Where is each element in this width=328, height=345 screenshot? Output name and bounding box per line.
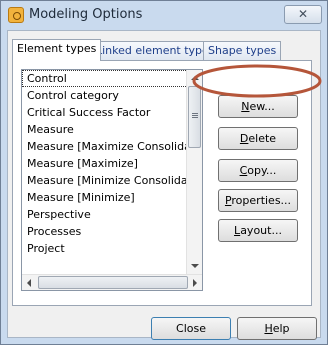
scroll-left-arrow-icon[interactable]: [27, 279, 31, 287]
properties-button[interactable]: Properties...: [218, 189, 298, 212]
properties-button-label: roperties...: [231, 194, 292, 207]
window-title: Modeling Options: [29, 7, 143, 22]
tab-linked-element-types[interactable]: Linked element types: [91, 41, 220, 60]
element-types-list[interactable]: Control Control category Critical Succes…: [21, 69, 203, 291]
vertical-scroll-thumb[interactable]: [188, 86, 201, 148]
list-item[interactable]: Measure [Minimize]: [22, 189, 188, 206]
list-item[interactable]: Measure [Maximize Consolidate]: [22, 138, 188, 155]
close-icon: ✕: [297, 7, 309, 21]
modeling-options-dialog: Modeling Options ✕ Element types Linked …: [0, 0, 328, 345]
help-button[interactable]: Help: [237, 317, 317, 340]
tab-element-types[interactable]: Element types: [12, 39, 102, 61]
grip-icon: [192, 113, 198, 114]
copy-button-label: opy...: [247, 164, 277, 177]
horizontal-scrollbar[interactable]: [22, 274, 202, 290]
title-bar[interactable]: Modeling Options ✕: [1, 1, 327, 29]
list-item[interactable]: Measure [Minimize Consolidate]: [22, 172, 188, 189]
dialog-client-area: Element types Linked element types Shape…: [7, 30, 321, 340]
help-button-label: elp: [272, 322, 290, 335]
list-item[interactable]: Measure [Maximize]: [22, 155, 188, 172]
list-item[interactable]: Processes: [22, 223, 188, 240]
scroll-right-arrow-icon[interactable]: [193, 279, 197, 287]
list-item[interactable]: Critical Success Factor: [22, 104, 188, 121]
list-item[interactable]: Measure: [22, 121, 188, 138]
horizontal-scroll-thumb[interactable]: [38, 276, 188, 289]
new-button-label: ew...: [249, 100, 275, 113]
close-button[interactable]: Close: [151, 317, 231, 340]
layout-button-label: ayout...: [240, 224, 282, 237]
list-item[interactable]: Project: [22, 240, 188, 257]
app-icon: [8, 7, 24, 23]
delete-button-label: elete: [248, 132, 277, 145]
window-close-button[interactable]: ✕: [284, 5, 322, 24]
scroll-up-arrow-icon[interactable]: [191, 76, 199, 80]
element-types-panel: Control Control category Critical Succes…: [12, 60, 312, 306]
list-item[interactable]: Perspective: [22, 206, 188, 223]
delete-button[interactable]: Delete: [218, 127, 298, 150]
grip-icon: [192, 117, 198, 118]
list-items: Control Control category Critical Succes…: [22, 70, 188, 274]
scroll-down-arrow-icon[interactable]: [191, 264, 199, 268]
copy-button[interactable]: Copy...: [218, 159, 298, 182]
list-item[interactable]: Control category: [22, 87, 188, 104]
layout-button[interactable]: Layout...: [218, 219, 298, 242]
new-button[interactable]: New...: [218, 95, 298, 118]
grip-icon: [192, 115, 198, 116]
help-button-mnemonic: H: [264, 322, 273, 335]
list-item-selected[interactable]: Control: [22, 70, 188, 87]
tab-shape-types[interactable]: Shape types: [203, 41, 282, 60]
vertical-scrollbar[interactable]: [186, 70, 202, 274]
